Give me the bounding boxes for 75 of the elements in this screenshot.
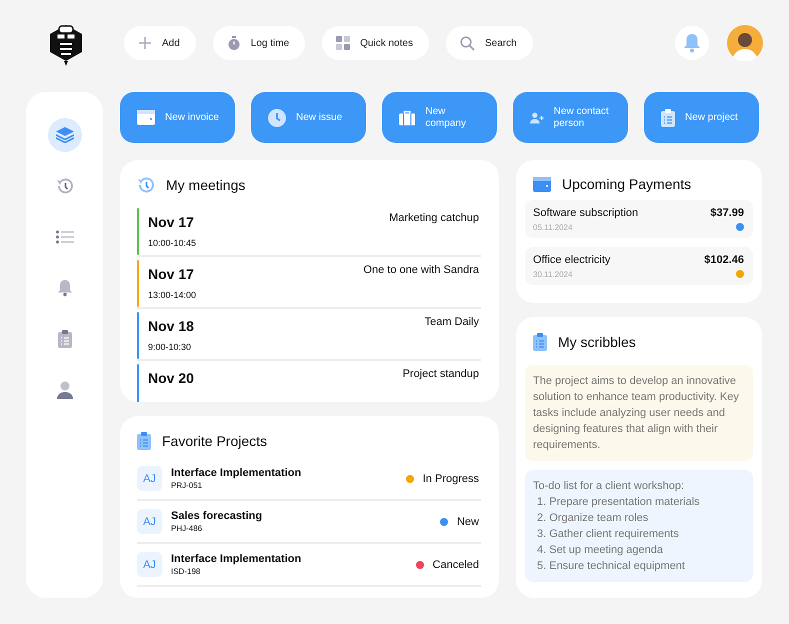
person-icon (56, 381, 74, 399)
todo-item: 5. Ensure technical equipment (536, 559, 686, 574)
payment-item[interactable]: Office electricity 30.11.2024 $102.46 (525, 247, 753, 285)
toolbar-button[interactable]: Quick notes (322, 26, 429, 60)
project-name[interactable]: Interface Implementation (171, 467, 397, 479)
payment-amount: $37.99 (710, 207, 744, 219)
todo-item: 4. Set up meeting agenda (536, 543, 664, 558)
briefcase-icon (399, 110, 416, 126)
notifications-button[interactable] (675, 26, 709, 60)
clipboard-icon (137, 432, 151, 450)
clipboard-icon (533, 333, 547, 351)
note-text: To-do list for a client workshop: (533, 479, 686, 494)
meeting-title: Team Daily (424, 316, 479, 330)
meeting-title: Project standup (402, 368, 479, 382)
meeting-time: 13:00-14:00 (148, 290, 196, 300)
plus-icon (138, 36, 152, 50)
clipboard-icon (58, 330, 72, 348)
toolbar-button[interactable]: Log time (212, 26, 306, 60)
payment-item[interactable]: Software subscription 05.11.2024 $37.99 (525, 200, 753, 238)
initials-avatar: AJ (137, 552, 162, 577)
toolbar-button[interactable]: Add (124, 26, 196, 60)
note-text: The project aims to develop an innovative solution to enhance team productivity. Key tasks include analyzing user needs and designing features that align with their requirements. (533, 374, 740, 453)
initials-avatar: AJ (137, 509, 162, 534)
project-code: ISD-198 (171, 567, 202, 576)
person-add-icon (530, 110, 544, 126)
payment-name: Office electricity (533, 254, 610, 266)
todo-item: 1. Prepare presentation materials (536, 495, 701, 510)
meeting-item[interactable]: Nov 17 13:00-14:00 One to one with Sandra (137, 260, 481, 309)
project-status: Canceled (432, 558, 479, 570)
meeting-date: Nov 17 (148, 266, 195, 282)
stopwatch-icon (226, 35, 241, 51)
project-name[interactable]: Interface Implementation (171, 553, 407, 565)
initials-avatar: AJ (137, 466, 162, 491)
payment-name: Software subscription (533, 207, 638, 219)
project-code: PHJ-486 (171, 524, 204, 533)
project-status: In Progress (422, 472, 479, 484)
note-card[interactable]: To-do list for a client workshop: 1. Prepare presentation materials 2. Organize team roles 3. Gather client requirements 4. Set up meeting agenda 5. Ensure technical equipment (525, 470, 753, 582)
sidebar-item[interactable] (48, 118, 82, 152)
project-name[interactable]: Sales forecasting (171, 510, 431, 522)
card-title: My scribbles (558, 334, 636, 350)
meeting-time: 9:00-10:30 (148, 342, 192, 352)
payment-date: 05.11.2024 (533, 223, 574, 232)
meeting-item[interactable]: Nov 18 9:00-10:30 Team Daily (137, 312, 481, 361)
todo-item: 3. Gather client requirements (536, 527, 680, 542)
bell-icon (56, 279, 72, 297)
meeting-date: Nov 18 (148, 318, 194, 334)
search-icon (460, 36, 475, 50)
todo-item: 2. Organize team roles (536, 511, 650, 526)
meeting-time: 10:00-10:45 (148, 238, 196, 248)
history-icon (56, 177, 74, 195)
avatar-icon[interactable] (727, 25, 763, 61)
clock-icon (268, 108, 286, 126)
meeting-title: Marketing catchup (389, 212, 479, 226)
grid-icon (336, 36, 350, 50)
card-title: My meetings (166, 177, 246, 193)
clipboard-icon (661, 108, 675, 126)
meeting-date: Nov 17 (148, 214, 195, 230)
meeting-title: One to one with Sandra (363, 264, 479, 278)
meeting-item[interactable]: Nov 17 10:00-10:45 Marketing catchup (137, 208, 481, 257)
card-title: Upcoming Payments (562, 176, 692, 192)
meeting-item[interactable]: Nov 20 Project standup (137, 364, 481, 402)
list-icon (56, 230, 74, 244)
meeting-date: Nov 20 (148, 370, 194, 386)
wallet-icon (533, 176, 551, 192)
card-title: Favorite Projects (162, 433, 268, 449)
wallet-icon (137, 110, 155, 125)
payment-date: 30.11.2024 (533, 270, 574, 279)
project-code: PRJ-051 (171, 481, 204, 490)
project-status: New (456, 516, 479, 528)
history-icon (137, 176, 155, 194)
layers-icon (56, 127, 74, 143)
toolbar-button[interactable]: Search (446, 26, 533, 60)
bell-icon (683, 33, 701, 53)
payment-amount: $102.46 (704, 254, 744, 266)
note-card[interactable]: The project aims to develop an innovative solution to enhance team productivity. Key tasks include analyzing user needs and designing features that align with their requirements. (525, 365, 753, 461)
